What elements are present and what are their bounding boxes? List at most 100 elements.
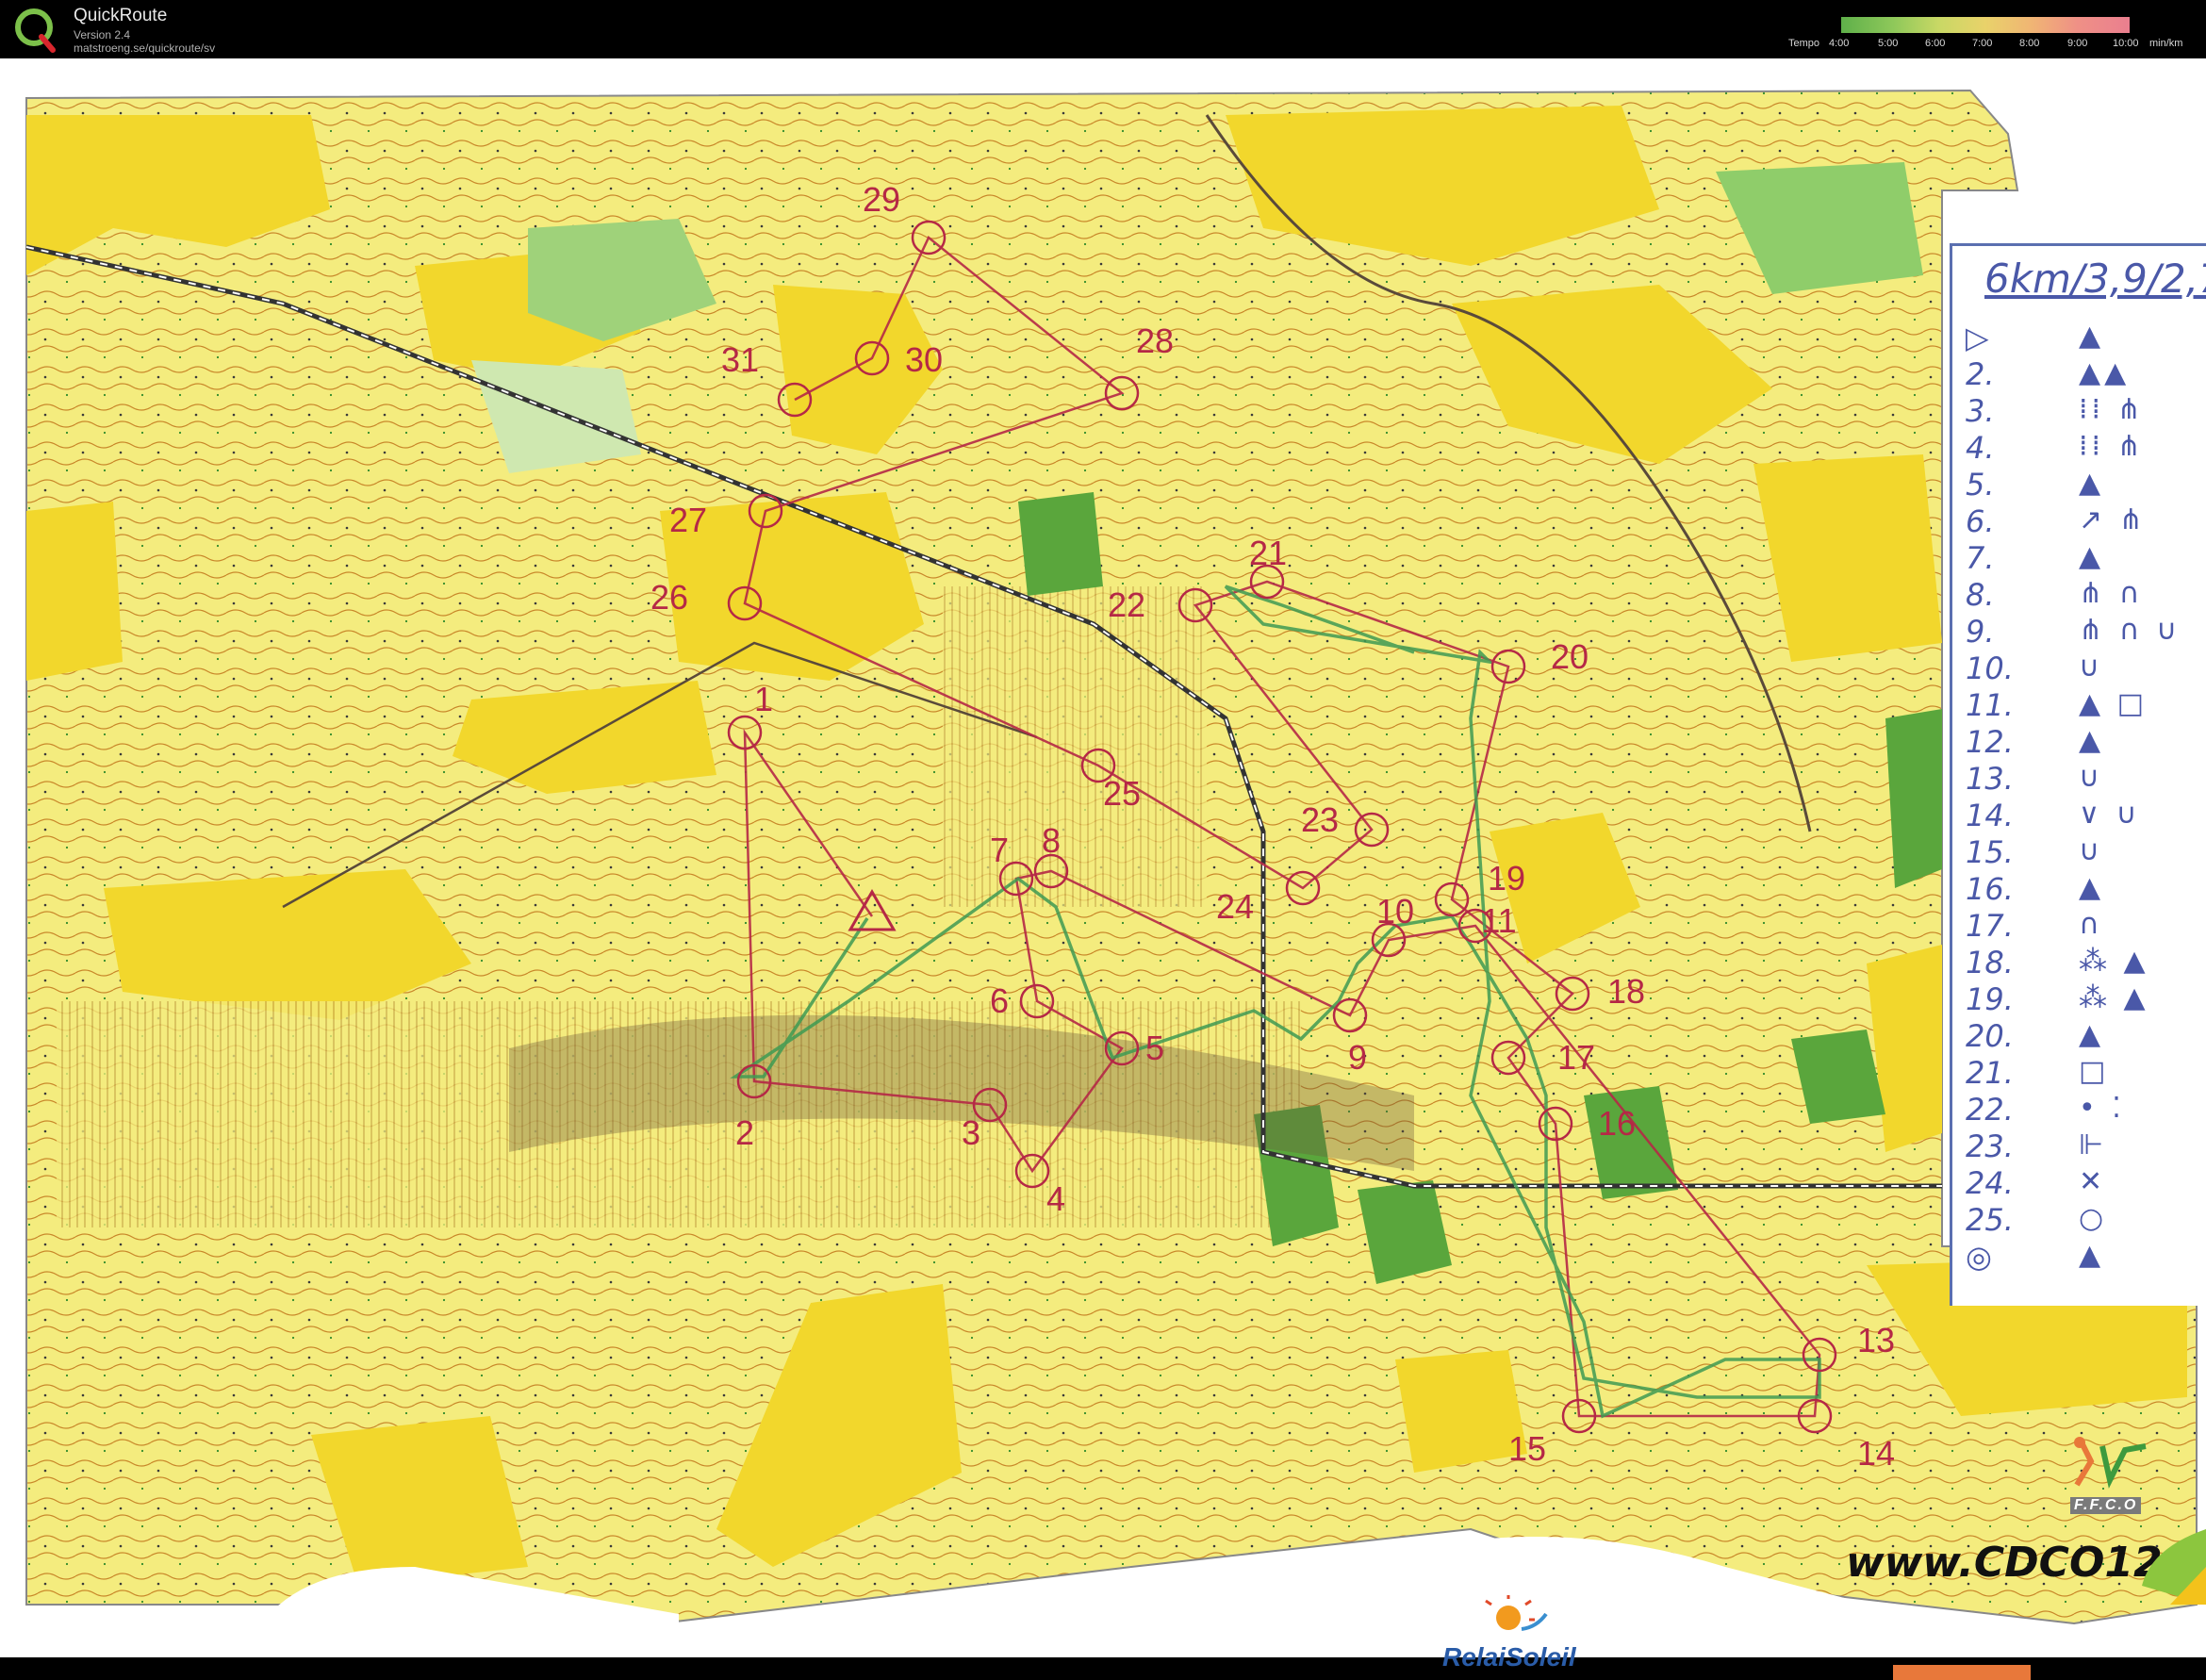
tempo-unit: min/km (2149, 38, 2183, 49)
legend-control-symbol: ⊩ (2079, 1128, 2108, 1161)
legend-row: ▷ ▲ (1966, 320, 2201, 355)
control-description-legend: 6km/3,9/2,7 ▷ ▲ 2. ▲▲ 3. ⁞⁞ ⋔ 4. ⁞⁞ ⋔ 5. ▲ 6. ↗ ⋔ 7.… (1950, 243, 2206, 1306)
control-number: 13 (1857, 1321, 1895, 1359)
legend-row: 5. ▲ (1966, 467, 2201, 502)
legend-control-number: 25. (1966, 1202, 2014, 1238)
quickroute-logo-icon (15, 8, 56, 53)
legend-control-symbol: ⋔ ∩ (2079, 577, 2144, 610)
tempo-label: Tempo (1788, 38, 1820, 49)
legend-control-number: 6. (1966, 503, 1995, 539)
control-number: 29 (863, 180, 900, 219)
control-number: 6 (990, 981, 1009, 1020)
legend-row: 15. ∪ (1966, 834, 2201, 870)
legend-row: 13. ∪ (1966, 761, 2201, 797)
legend-control-number: 23. (1966, 1128, 2014, 1164)
tempo-tick: 5:00 (1878, 38, 1899, 49)
tempo-tick: 10:00 (2113, 38, 2139, 49)
legend-control-number: 17. (1966, 908, 2014, 944)
legend-control-symbol: ⁞⁞ ⋔ (2079, 393, 2145, 426)
legend-control-number: 14. (1966, 798, 2014, 833)
control-number: 7 (990, 831, 1009, 869)
legend-control-symbol: ✕ (2079, 1165, 2107, 1198)
corner-leaf-icon (2142, 1529, 2206, 1605)
control-number: 11 (1481, 901, 1516, 940)
legend-control-number: 16. (1966, 871, 2014, 907)
legend-row: 10. ∪ (1966, 651, 2201, 686)
legend-control-number: 21. (1966, 1055, 2014, 1091)
tempo-tick: 6:00 (1925, 38, 1946, 49)
legend-control-symbol: ⋔ ∩ ∪ (2079, 614, 2181, 647)
legend-control-number: 15. (1966, 834, 2014, 870)
legend-row: 9. ⋔ ∩ ∪ (1966, 614, 2201, 650)
orange-strip (1893, 1665, 2031, 1680)
legend-control-symbol: • ⁚ (2079, 1092, 2125, 1125)
legend-control-number: 13. (1966, 761, 2014, 797)
legend-row: 20. ▲ (1966, 1018, 2201, 1054)
app-version: Version 2.4 (74, 28, 131, 41)
legend-control-symbol: ∨ ∪ (2079, 798, 2141, 831)
open-land (26, 502, 123, 681)
legend-row: 22. • ⁚ (1966, 1092, 2201, 1128)
legend-control-symbol: ▲ □ (2079, 687, 2148, 720)
legend-control-symbol: ▲ (2079, 724, 2105, 757)
legend-control-symbol: ∩ (2079, 908, 2103, 941)
legend-row: 11. ▲ □ (1966, 687, 2201, 723)
legend-row: 24. ✕ (1966, 1165, 2201, 1201)
legend-control-symbol: ∪ (2079, 651, 2103, 684)
legend-control-number: 8. (1966, 577, 1995, 613)
app-url: matstroeng.se/quickroute/sv (74, 41, 216, 55)
legend-control-symbol: ▲ (2079, 540, 2105, 573)
legend-control-number: 2. (1966, 356, 1995, 392)
legend-control-number: 10. (1966, 651, 2014, 686)
legend-control-number: 20. (1966, 1018, 2014, 1054)
legend-row: 7. ▲ (1966, 540, 2201, 576)
tempo-tick: 8:00 (2019, 38, 2040, 49)
legend-row: 17. ∩ (1966, 908, 2201, 944)
legend-control-number: 19. (1966, 981, 2014, 1017)
legend-row: 12. ▲ (1966, 724, 2201, 760)
control-number: 9 (1348, 1038, 1367, 1077)
orienteering-map[interactable]: 12 34567 8910 11131415161718192021222324252… (0, 58, 2206, 1657)
control-number: 18 (1607, 972, 1645, 1011)
legend-control-symbol: ▲ (2079, 1239, 2105, 1272)
control-number: 8 (1042, 821, 1061, 860)
legend-control-number: 11. (1966, 687, 2014, 723)
rough-slope (943, 586, 1207, 907)
legend-row: 2. ▲▲ (1966, 356, 2201, 392)
legend-control-symbol: ⁂ ▲ (2079, 945, 2149, 978)
control-number: 31 (721, 340, 759, 379)
control-number: 24 (1216, 887, 1254, 926)
control-number: 10 (1376, 892, 1414, 931)
tempo-tick: 4:00 (1829, 38, 1850, 49)
control-number: 2 (735, 1113, 754, 1152)
legend-control-symbol: ▲ (2079, 467, 2105, 500)
legend-row: 14. ∨ ∪ (1966, 798, 2201, 833)
legend-control-number: ◎ (1966, 1239, 1992, 1275)
forest (1885, 709, 1942, 888)
legend-row: 6. ↗ ⋔ (1966, 503, 2201, 539)
legend-control-symbol: ↗ ⋔ (2079, 503, 2147, 536)
legend-control-symbol: ∪ (2079, 834, 2103, 867)
legend-control-number: 9. (1966, 614, 1995, 650)
control-number: 28 (1136, 321, 1174, 360)
legend-control-symbol: ▲ (2079, 871, 2105, 904)
legend-row: 19. ⁂ ▲ (1966, 981, 2201, 1017)
tempo-tick: 7:00 (1972, 38, 1993, 49)
legend-header: 6km/3,9/2,7 (1984, 255, 2206, 302)
legend-control-number: 22. (1966, 1092, 2014, 1128)
legend-control-number: 7. (1966, 540, 1995, 576)
control-number: 27 (669, 501, 707, 539)
legend-row: 18. ⁂ ▲ (1966, 945, 2201, 980)
legend-row: 25. ○ (1966, 1202, 2201, 1238)
control-number: 1 (754, 680, 773, 718)
map-canvas[interactable]: 1 2 3 4 5 6 7 8 9 10 11 13 14 15 16 17 18 19 20 21 22 23 24 25 2… (0, 58, 2206, 1680)
ffco-label: F.F.C.O (2070, 1497, 2142, 1514)
control-number: 23 (1301, 800, 1339, 839)
legend-control-symbol: ∪ (2079, 761, 2103, 794)
legend-control-number: 5. (1966, 467, 1995, 502)
tempo-tick: 9:00 (2067, 38, 2088, 49)
legend-row: 8. ⋔ ∩ (1966, 577, 2201, 613)
tempo-color-scale (1841, 17, 2130, 33)
legend-row: 23. ⊩ (1966, 1128, 2201, 1164)
relaisoleil-label: RelaiSoleil (1442, 1642, 1576, 1672)
